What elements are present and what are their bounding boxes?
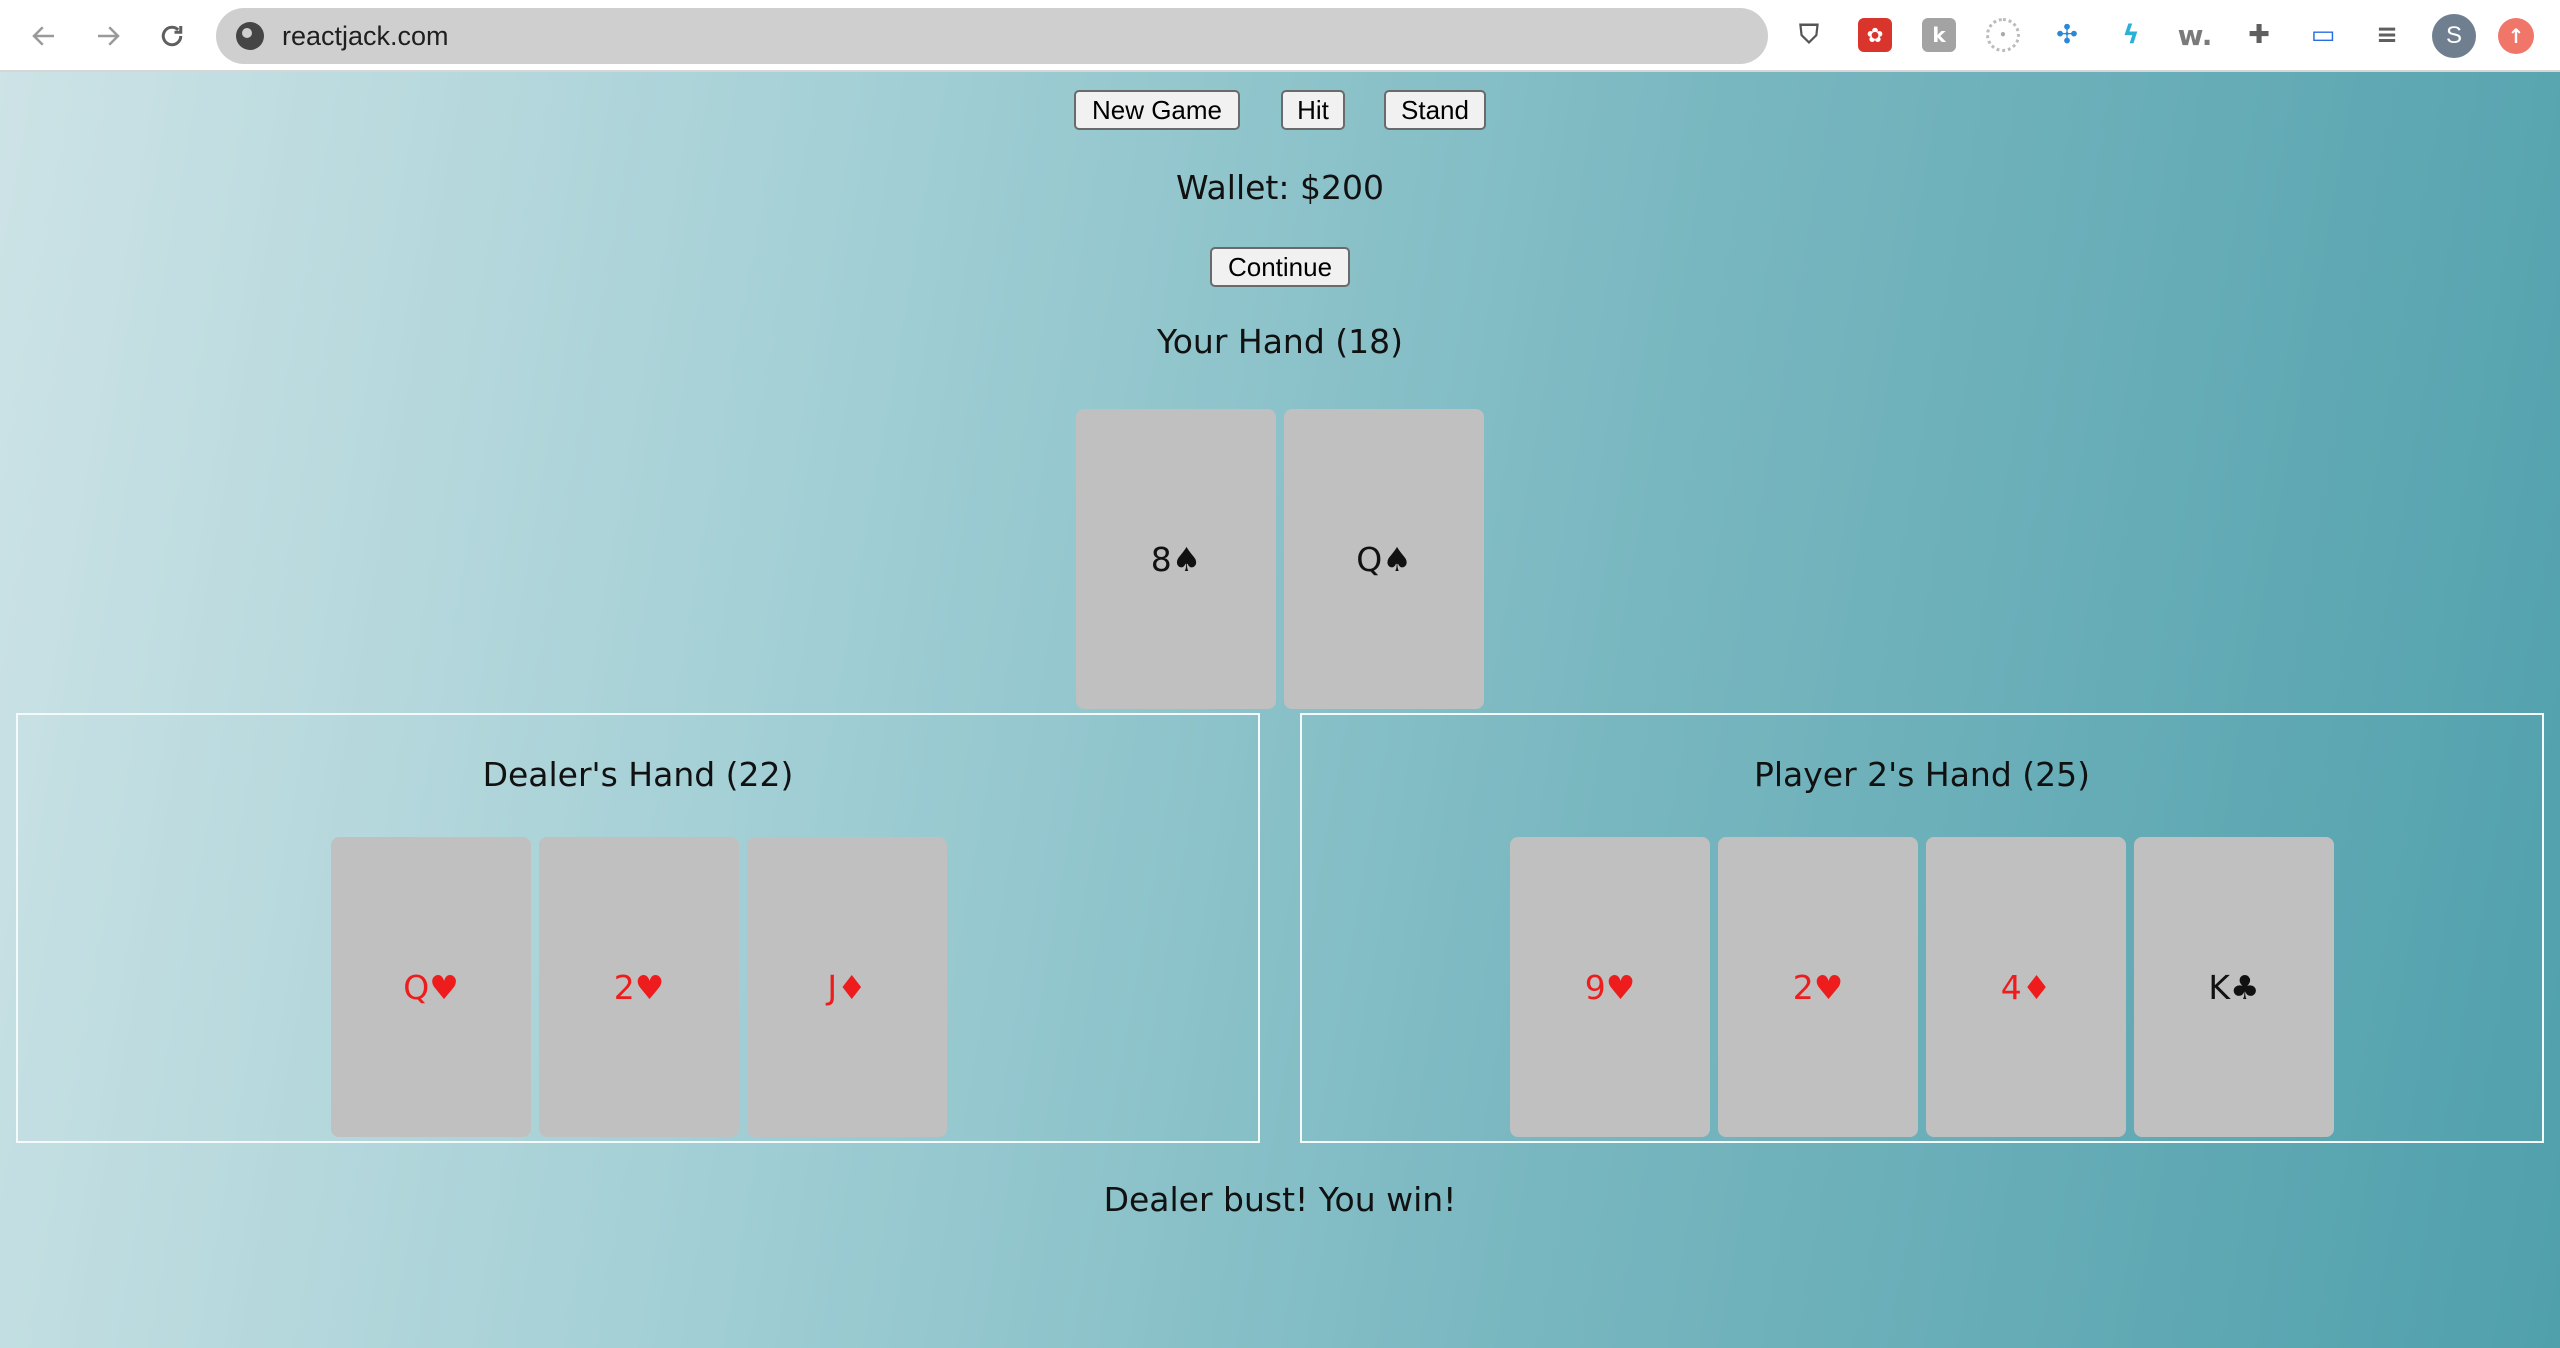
queue-icon[interactable]: ≡ — [2370, 18, 2404, 52]
avatar[interactable]: S — [2432, 14, 2476, 58]
your-card-1: 8♠ — [1076, 409, 1276, 709]
paw-icon[interactable]: ✿ — [1858, 18, 1892, 52]
dealer-card-2: 2♥ — [539, 837, 739, 1137]
player2-hand-title: Player 2's Hand (25) — [1753, 755, 2091, 794]
dealer-card-1: Q♥ — [331, 837, 531, 1137]
player2-card-1: 9♥ — [1510, 837, 1710, 1137]
w-icon[interactable]: w. — [2178, 18, 2213, 52]
circle-icon[interactable]: • — [1986, 18, 2020, 52]
player2-hand-panel: Player 2's Hand (25) 9♥ 2♥ 4♦ K♣ — [1300, 713, 2544, 1143]
dealer-hand-panel: Dealer's Hand (22) Q♥ 2♥ J♦ — [16, 713, 1260, 1143]
game-page: New Game Hit Stand Wallet: $200 Continue… — [0, 72, 2560, 1348]
back-arrow-icon[interactable] — [24, 16, 64, 56]
hit-button[interactable]: Hit — [1281, 90, 1345, 130]
shield-icon[interactable]: ⛉ — [1792, 18, 1826, 52]
k-icon[interactable]: k — [1922, 18, 1956, 52]
result-message: Dealer bust! You win! — [1103, 1180, 1457, 1219]
player2-card-2: 2♥ — [1718, 837, 1918, 1137]
puzzle-icon[interactable]: ✚ — [2242, 18, 2276, 52]
url-text[interactable]: reactjack.com — [282, 21, 449, 52]
bolt-icon[interactable]: ϟ — [2114, 18, 2148, 52]
browser-toolbar: reactjack.com ⛉ ✿ k • ✣ ϟ w. ✚ ▭ ≡ S ↑ — [0, 0, 2560, 72]
player2-card-3: 4♦ — [1926, 837, 2126, 1137]
dealer-hand-title: Dealer's Hand (22) — [482, 755, 794, 794]
dealer-card-3: J♦ — [747, 837, 947, 1137]
update-icon[interactable]: ↑ — [2498, 18, 2534, 54]
wallet-balance: Wallet: $200 — [1176, 168, 1384, 207]
address-bar[interactable]: reactjack.com — [216, 8, 1768, 64]
your-card-2: Q♠ — [1284, 409, 1484, 709]
stand-button[interactable]: Stand — [1384, 90, 1486, 130]
site-info-icon[interactable] — [236, 22, 264, 50]
forward-arrow-icon[interactable] — [88, 16, 128, 56]
player2-card-4: K♣ — [2134, 837, 2334, 1137]
continue-button[interactable]: Continue — [1210, 247, 1350, 287]
reload-icon[interactable] — [152, 16, 192, 56]
pinwheel-icon[interactable]: ✣ — [2050, 18, 2084, 52]
your-hand-title: Your Hand (18) — [1156, 322, 1404, 361]
new-game-button[interactable]: New Game — [1074, 90, 1240, 130]
cast-icon[interactable]: ▭ — [2306, 18, 2340, 52]
